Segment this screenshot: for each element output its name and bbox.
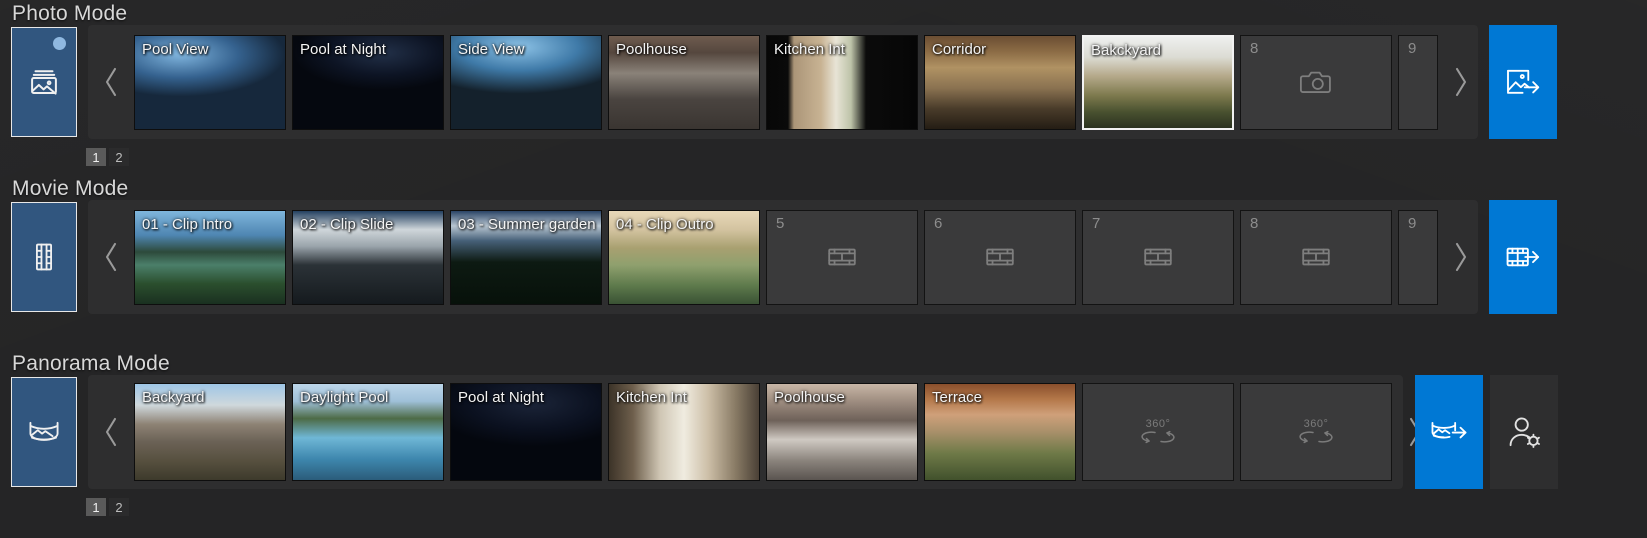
section-title-panorama: Panorama Mode: [12, 352, 170, 375]
mode-button-photo[interactable]: [11, 27, 77, 137]
empty-slot-number: 8: [1250, 39, 1259, 57]
section-photo-mode: Photo Mode Pool View Pool at Night Side Vi…: [0, 0, 1647, 175]
thumbnail-image: [135, 210, 285, 304]
panorama-thumbnail-strip: Backyard Daylight Pool Pool at Night Kitche…: [88, 375, 1421, 489]
panorama-render-export-button[interactable]: [1415, 375, 1483, 489]
thumbnail-movie-2[interactable]: 02 - Clip Slide: [292, 209, 444, 305]
empty-slot-number: 7: [1092, 214, 1101, 232]
thumbnail-movie-1[interactable]: 01 - Clip Intro: [134, 209, 286, 305]
thumbnail-panorama-6[interactable]: Terrace: [924, 383, 1076, 481]
mode-button-movie[interactable]: [11, 202, 77, 312]
photo-render-export-button[interactable]: [1489, 25, 1557, 139]
mode-button-panorama[interactable]: [11, 377, 77, 487]
thumbnail-panorama-3[interactable]: Pool at Night: [450, 383, 602, 481]
image-export-icon: [1503, 62, 1543, 102]
empty-slot-panorama-8[interactable]: 360°: [1240, 383, 1392, 481]
thumbnail-photo-7[interactable]: Bakckyard: [1082, 34, 1234, 130]
thumbnail-movie-4[interactable]: 04 - Clip Outro: [608, 209, 760, 305]
thumbnail-image: [609, 210, 759, 304]
thumbnail-image: [451, 35, 601, 129]
thumbnail-image: [135, 35, 285, 129]
panorama-prev-arrow[interactable]: [88, 375, 134, 489]
film-strip-icon: [27, 240, 61, 274]
thumbnail-panorama-4[interactable]: Kitchen Int: [608, 383, 760, 481]
movie-next-arrow[interactable]: [1438, 200, 1484, 314]
active-mode-dot-icon: [53, 37, 66, 50]
movie-prev-arrow[interactable]: [88, 200, 134, 314]
empty-slot-movie-5[interactable]: 5: [766, 209, 918, 305]
movie-render-export-button[interactable]: [1489, 200, 1557, 314]
thumbnail-image: [1084, 36, 1232, 128]
section-movie-mode: Movie Mode 01 - Clip Intro 02 - Clip Slid…: [0, 175, 1647, 516]
empty-slot-photo-9[interactable]: 9: [1398, 34, 1438, 130]
empty-slot-movie-9[interactable]: 9: [1398, 209, 1438, 305]
page-button-1[interactable]: 1: [86, 148, 106, 166]
movie-thumbnail-strip: 01 - Clip Intro 02 - Clip Slide 03 - Summe…: [88, 200, 1478, 314]
film-export-icon: [1503, 237, 1543, 277]
thumbnail-image: [451, 384, 601, 480]
thumbnail-photo-6[interactable]: Corridor: [924, 34, 1076, 130]
thumbnail-photo-4[interactable]: Poolhouse: [608, 34, 760, 130]
section-panorama-mode: Panorama Mode Backyard Daylight Pool Pool …: [0, 350, 1647, 538]
thumbnail-image: [293, 384, 443, 480]
empty-slot-number: 6: [934, 214, 943, 232]
film-frame-icon: [826, 244, 858, 270]
user-settings-icon: [1504, 412, 1544, 452]
photo-thumbnails: Pool View Pool at Night Side View Poolhouse…: [134, 25, 1438, 139]
thumbnail-image: [925, 35, 1075, 129]
thumbnail-image: [451, 210, 601, 304]
360-icon: 360°: [1296, 418, 1336, 446]
empty-slot-photo-8[interactable]: 8: [1240, 34, 1392, 130]
photo-stack-icon: [27, 65, 61, 99]
empty-slot-movie-6[interactable]: 6: [924, 209, 1076, 305]
empty-slot-number: 9: [1408, 214, 1417, 232]
film-frame-icon: [1300, 244, 1332, 270]
photo-thumbnail-strip: Pool View Pool at Night Side View Poolhouse…: [88, 25, 1478, 139]
360-icon: 360°: [1138, 418, 1178, 446]
photo-next-arrow[interactable]: [1438, 25, 1484, 139]
thumbnail-image: [767, 384, 917, 480]
camera-icon: [1298, 67, 1334, 97]
thumbnail-panorama-2[interactable]: Daylight Pool: [292, 383, 444, 481]
thumbnail-image: [925, 384, 1075, 480]
empty-slot-panorama-7[interactable]: 360°: [1082, 383, 1234, 481]
empty-slot-number: 8: [1250, 214, 1259, 232]
empty-slot-number: 5: [776, 214, 785, 232]
thumbnail-photo-3[interactable]: Side View: [450, 34, 602, 130]
movie-thumbnails: 01 - Clip Intro 02 - Clip Slide 03 - Summe…: [134, 200, 1438, 314]
thumbnail-image: [293, 35, 443, 129]
photo-prev-arrow[interactable]: [88, 25, 134, 139]
thumbnail-image: [767, 35, 917, 129]
page-button-2[interactable]: 2: [109, 148, 129, 166]
empty-slot-movie-8[interactable]: 8: [1240, 209, 1392, 305]
panorama-export-icon: [1428, 413, 1470, 451]
section-title-photo: Photo Mode: [12, 2, 128, 25]
thumbnail-panorama-1[interactable]: Backyard: [134, 383, 286, 481]
thumbnail-image: [609, 35, 759, 129]
panorama-icon: [26, 415, 62, 449]
film-frame-icon: [1142, 244, 1174, 270]
thumbnail-image: [135, 384, 285, 480]
thumbnail-panorama-5[interactable]: Poolhouse: [766, 383, 918, 481]
thumbnail-image: [609, 384, 759, 480]
thumbnail-image: [293, 210, 443, 304]
empty-slot-movie-7[interactable]: 7: [1082, 209, 1234, 305]
film-frame-icon: [984, 244, 1016, 270]
empty-slot-number: 9: [1408, 39, 1417, 57]
thumbnail-photo-1[interactable]: Pool View: [134, 34, 286, 130]
thumbnail-movie-3[interactable]: 03 - Summer garden: [450, 209, 602, 305]
user-settings-button[interactable]: [1490, 375, 1558, 489]
photo-pagination: 12: [86, 148, 129, 166]
panorama-thumbnails: Backyard Daylight Pool Pool at Night Kitche…: [134, 375, 1392, 489]
section-title-movie: Movie Mode: [12, 177, 129, 200]
thumbnail-photo-5[interactable]: Kitchen Int: [766, 34, 918, 130]
media-modes-panel: Photo Mode Pool View Pool at Night Side Vi…: [0, 0, 1647, 538]
thumbnail-photo-2[interactable]: Pool at Night: [292, 34, 444, 130]
